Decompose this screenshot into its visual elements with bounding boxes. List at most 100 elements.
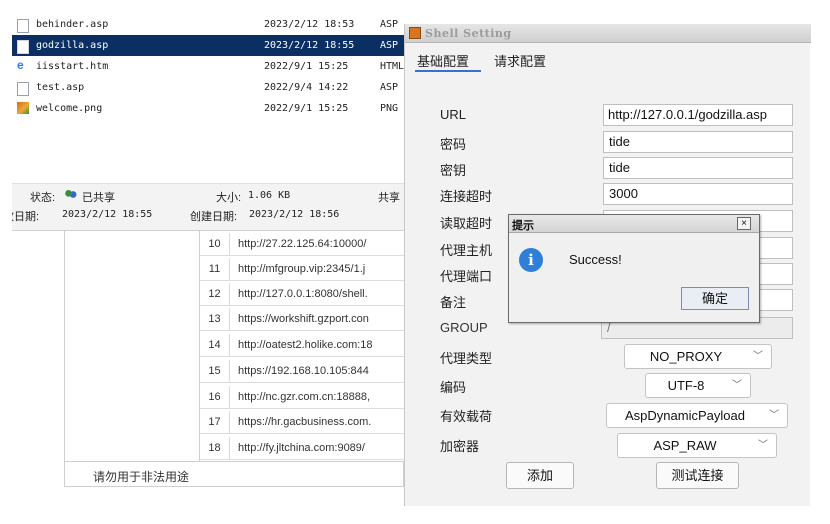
connect-timeout-field[interactable]: 3000	[603, 183, 793, 205]
table-row[interactable]: 16 http://nc.gzr.com.cn:18888,	[200, 386, 404, 409]
encoding-value: UTF-8	[667, 378, 705, 393]
disclaimer-text: 请勿用于非法用途	[93, 470, 190, 484]
proxy-type-label: 代理类型	[440, 351, 493, 366]
proxy-type-dropdown[interactable]: NO_PROXY ﹀	[624, 344, 772, 369]
file-icon	[17, 82, 29, 96]
html-file-icon: e	[17, 58, 24, 72]
table-row[interactable]: 10 http://27.22.125.64:10000/	[200, 233, 404, 256]
file-row-selected[interactable]: godzilla.asp 2023/2/12 18:55 ASP	[12, 35, 404, 56]
table-row[interactable]: 13 https://workshift.gzport.con	[200, 308, 404, 331]
file-date: 2023/2/12 18:55	[264, 40, 355, 51]
table-row[interactable]: 17 https://hr.gacbusiness.com.	[200, 411, 404, 434]
encryptor-label: 加密器	[440, 439, 480, 454]
table-row[interactable]: 18 http://fy.jltchina.com:9089/	[200, 437, 404, 460]
file-date: 2022/9/1 15:25	[264, 61, 349, 72]
dialog-title: 提示	[512, 220, 534, 232]
proxy-port-label: 代理端口	[440, 269, 493, 284]
file-type: HTML	[380, 61, 404, 72]
file-row[interactable]: test.asp 2022/9/4 14:22 ASP	[12, 77, 404, 98]
row-number: 10	[200, 233, 230, 256]
size-value: 1.06 KB	[248, 190, 291, 201]
row-number: 14	[200, 334, 230, 357]
row-number: 11	[200, 258, 230, 281]
table-row[interactable]: 11 http://mfgroup.vip:2345/1.j	[200, 258, 404, 281]
row-number: 18	[200, 437, 230, 460]
url-label: URL	[440, 107, 467, 122]
row-url: http://27.22.125.64:10000/	[238, 238, 367, 250]
table-row[interactable]: 14 http://oatest2.holike.com:18	[200, 334, 404, 357]
table-left-column	[64, 231, 200, 461]
tab-basic-config[interactable]: 基础配置	[417, 51, 469, 70]
url-table: 10 http://27.22.125.64:10000/ 11 http://mf…	[12, 230, 404, 506]
created-value: 2023/2/12 18:56	[249, 209, 340, 220]
row-url: https://hr.gacbusiness.com.	[238, 416, 372, 428]
info-icon: i	[519, 248, 543, 272]
table-row[interactable]: 15 https://192.168.10.105:844	[200, 360, 404, 383]
file-row[interactable]: e iisstart.htm 2022/9/1 15:25 HTML	[12, 56, 404, 77]
key-field[interactable]: tide	[603, 157, 793, 179]
dialog-titlebar[interactable]: 提示 ×	[509, 215, 759, 233]
row-url: http://127.0.0.1:8080/shell.	[238, 288, 368, 300]
file-name: godzilla.asp	[36, 40, 109, 51]
table-row[interactable]: 12 http://127.0.0.1:8080/shell.	[200, 283, 404, 306]
state-value: 已共享	[82, 192, 115, 204]
file-name: behinder.asp	[36, 19, 109, 30]
test-connection-button[interactable]: 测试连接	[656, 462, 739, 489]
encryptor-dropdown[interactable]: ASP_RAW ﹀	[617, 433, 777, 458]
file-name: iisstart.htm	[36, 61, 109, 72]
password-field[interactable]: tide	[603, 131, 793, 153]
remark-label: 备注	[440, 295, 467, 310]
close-icon[interactable]: ×	[737, 217, 751, 230]
proxy-host-label: 代理主机	[440, 243, 493, 258]
password-label: 密码	[440, 137, 467, 152]
file-row[interactable]: behinder.asp 2023/2/12 18:53 ASP	[12, 14, 404, 35]
file-name: welcome.png	[36, 103, 103, 114]
ok-button[interactable]: 确定	[681, 287, 749, 310]
row-url: http://nc.gzr.com.cn:18888,	[238, 391, 371, 403]
tab-request-config[interactable]: 请求配置	[494, 51, 546, 70]
url-field[interactable]: http://127.0.0.1/godzilla.asp	[603, 104, 793, 126]
file-type: ASP	[380, 82, 399, 93]
details-pane: 状态: 已共享 大小: 1.06 KB 共享 改日期: 2023/2/12 18…	[12, 183, 404, 231]
table-footer: 请勿用于非法用途	[64, 461, 404, 487]
payload-label: 有效载荷	[440, 409, 493, 424]
proxy-type-value: NO_PROXY	[649, 349, 723, 364]
chevron-down-icon: ﹀	[769, 410, 779, 421]
size-label: 大小:	[216, 192, 242, 204]
payload-dropdown[interactable]: AspDynamicPayload ﹀	[606, 403, 788, 428]
row-url: http://fy.jltchina.com:9089/	[238, 442, 365, 454]
file-icon	[17, 19, 29, 33]
modified-value: 2023/2/12 18:55	[62, 209, 153, 220]
row-number: 13	[200, 308, 230, 331]
state-label: 状态:	[30, 192, 56, 204]
modified-label: 改日期:	[12, 211, 40, 223]
file-type: ASP	[380, 40, 399, 51]
row-url: https://workshift.gzport.con	[238, 313, 369, 325]
file-row[interactable]: welcome.png 2022/9/1 15:25 PNG	[12, 98, 404, 119]
row-number: 12	[200, 283, 230, 306]
file-date: 2022/9/4 14:22	[264, 82, 349, 93]
chevron-down-icon: ﹀	[732, 380, 742, 391]
file-date: 2022/9/1 15:25	[264, 103, 349, 114]
file-date: 2023/2/12 18:53	[264, 19, 355, 30]
shared-icon	[64, 189, 77, 202]
created-label: 创建日期:	[190, 211, 238, 223]
encryptor-value: ASP_RAW	[653, 438, 717, 453]
window-titlebar[interactable]: Shell Setting	[405, 24, 811, 43]
row-number: 16	[200, 386, 230, 409]
add-button[interactable]: 添加	[506, 462, 574, 489]
window-title: Shell Setting	[425, 27, 512, 40]
row-number: 15	[200, 360, 230, 383]
connect-timeout-label: 连接超时	[440, 189, 493, 204]
image-file-icon	[17, 102, 29, 114]
file-icon	[17, 40, 29, 54]
dialog-message: Success!	[569, 252, 622, 267]
group-label: GROUP	[440, 320, 488, 335]
encoding-dropdown[interactable]: UTF-8 ﹀	[645, 373, 751, 398]
row-url: http://mfgroup.vip:2345/1.j	[238, 263, 366, 275]
file-type: PNG	[380, 103, 399, 114]
row-number: 17	[200, 411, 230, 434]
active-tab-indicator	[415, 70, 481, 72]
shared-label: 共享	[378, 192, 400, 204]
payload-value: AspDynamicPayload	[625, 408, 745, 423]
